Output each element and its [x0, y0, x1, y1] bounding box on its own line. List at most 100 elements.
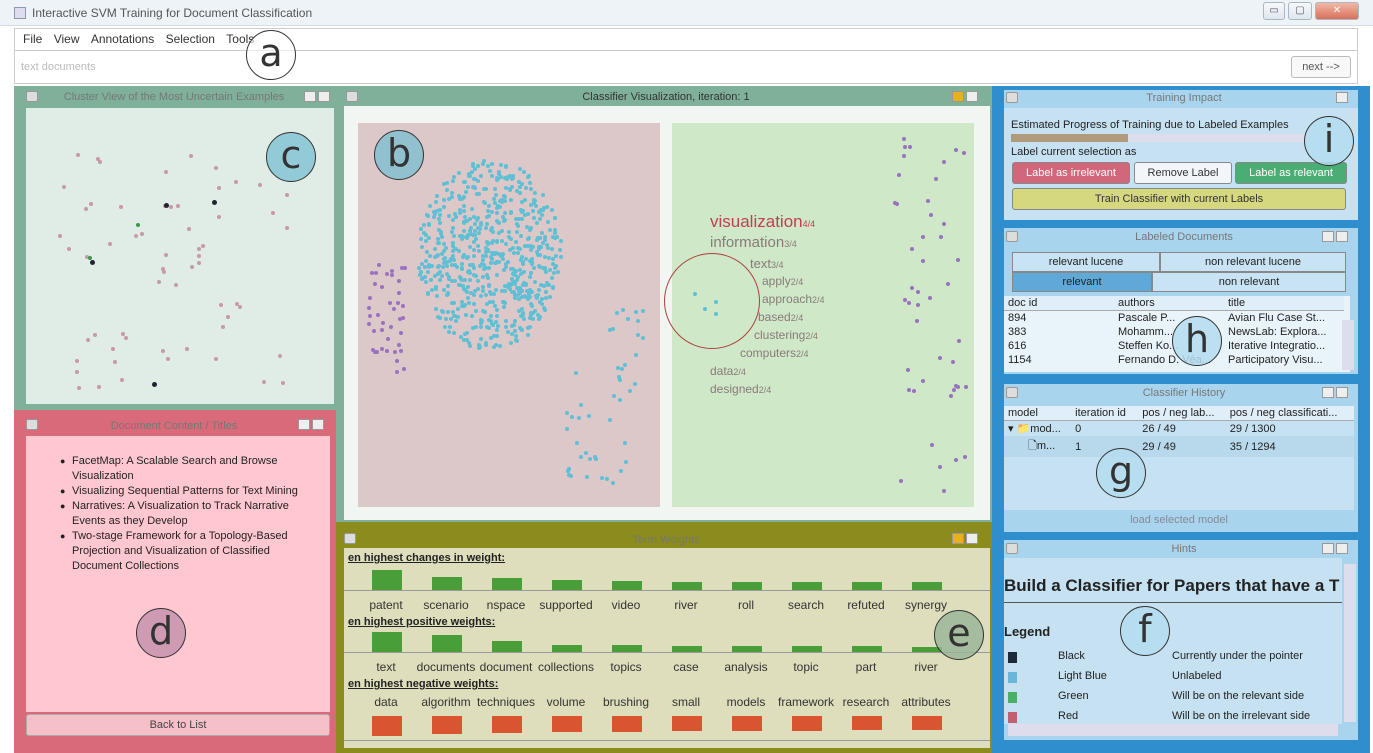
document-point[interactable] — [367, 322, 372, 327]
document-point[interactable] — [460, 261, 465, 266]
document-point[interactable] — [614, 310, 619, 315]
document-point[interactable] — [484, 343, 489, 348]
document-point[interactable] — [627, 389, 632, 394]
document-point[interactable] — [549, 208, 554, 213]
document-point[interactable] — [578, 403, 583, 408]
collapse-icon[interactable] — [1006, 543, 1018, 554]
document-point[interactable] — [484, 324, 489, 329]
weight-bar[interactable] — [372, 632, 402, 652]
document-point[interactable] — [509, 236, 514, 241]
document-point[interactable] — [527, 235, 532, 240]
document-point[interactable] — [438, 220, 443, 225]
document-point[interactable] — [635, 318, 640, 323]
document-point[interactable] — [493, 186, 498, 191]
document-point[interactable] — [437, 241, 442, 246]
document-point[interactable] — [451, 331, 456, 336]
document-point[interactable] — [113, 360, 118, 365]
weight-bar[interactable] — [912, 582, 942, 590]
column-header[interactable]: pos / neg classificati... — [1226, 406, 1354, 421]
document-point[interactable] — [547, 227, 552, 232]
document-point[interactable] — [491, 196, 496, 201]
document-point[interactable] — [906, 300, 911, 305]
weight-bar[interactable] — [612, 716, 642, 732]
document-point[interactable] — [445, 309, 450, 314]
document-point[interactable] — [529, 259, 534, 264]
document-point[interactable] — [633, 382, 638, 387]
document-point[interactable] — [920, 378, 925, 383]
document-point[interactable] — [525, 333, 530, 338]
document-point[interactable] — [641, 309, 646, 314]
document-point[interactable] — [946, 281, 951, 286]
scrollbar[interactable] — [1342, 320, 1354, 370]
document-point[interactable] — [584, 475, 589, 480]
document-point[interactable] — [497, 170, 502, 175]
document-point[interactable] — [476, 243, 481, 248]
document-point[interactable] — [532, 215, 537, 220]
document-point[interactable] — [474, 273, 479, 278]
document-point[interactable] — [422, 222, 427, 227]
panel-buttons[interactable] — [950, 533, 978, 545]
document-point[interactable] — [955, 385, 960, 390]
document-point[interactable] — [217, 185, 222, 190]
document-point[interactable] — [963, 454, 968, 459]
document-point[interactable] — [953, 458, 958, 462]
document-point[interactable] — [509, 211, 514, 216]
document-point[interactable] — [525, 211, 530, 216]
document-point[interactable] — [375, 350, 380, 355]
document-point[interactable] — [196, 253, 201, 258]
document-point[interactable] — [623, 460, 628, 465]
document-point[interactable] — [220, 324, 225, 329]
document-point[interactable] — [374, 271, 379, 276]
document-point[interactable] — [552, 227, 557, 232]
document-point[interactable] — [529, 247, 534, 252]
document-point[interactable] — [515, 245, 520, 250]
document-point[interactable] — [213, 166, 218, 171]
document-point[interactable] — [466, 269, 470, 274]
tab-relevant[interactable]: relevant — [1012, 272, 1152, 292]
document-point[interactable] — [521, 170, 526, 175]
document-point[interactable] — [623, 363, 628, 368]
term-cloud-word[interactable]: designed2/4 — [710, 382, 771, 396]
weight-bar[interactable] — [912, 716, 942, 730]
document-point[interactable] — [86, 338, 91, 343]
document-point[interactable] — [951, 359, 956, 364]
document-point[interactable] — [530, 304, 535, 309]
document-point[interactable] — [445, 263, 450, 268]
document-point[interactable] — [921, 258, 926, 263]
document-point[interactable] — [514, 229, 519, 234]
document-point[interactable] — [441, 198, 446, 203]
document-point[interactable] — [437, 263, 442, 268]
document-point[interactable] — [400, 316, 405, 321]
document-point[interactable] — [453, 215, 458, 220]
document-point[interactable] — [514, 239, 519, 244]
document-point[interactable] — [369, 271, 374, 276]
document-point[interactable] — [83, 206, 88, 211]
document-point[interactable] — [460, 255, 465, 260]
document-point[interactable] — [482, 266, 487, 271]
document-point[interactable] — [481, 308, 486, 313]
document-point[interactable] — [579, 455, 584, 460]
document-point[interactable] — [390, 268, 395, 273]
document-point[interactable] — [528, 227, 533, 232]
document-point[interactable] — [444, 292, 449, 297]
document-point[interactable] — [432, 215, 437, 220]
document-point[interactable] — [75, 153, 80, 158]
document-point[interactable] — [400, 304, 405, 309]
document-point[interactable] — [500, 214, 505, 219]
document-point[interactable] — [626, 317, 631, 322]
document-point[interactable] — [467, 300, 472, 305]
document-point[interactable] — [529, 187, 534, 192]
document-point[interactable] — [942, 488, 947, 493]
document-point[interactable] — [419, 236, 424, 241]
column-header[interactable]: pos / neg lab... — [1138, 406, 1226, 421]
collapse-icon[interactable] — [344, 533, 356, 544]
document-point[interactable] — [482, 200, 487, 205]
document-point[interactable] — [107, 242, 112, 247]
document-point[interactable] — [535, 221, 540, 226]
document-point[interactable] — [504, 324, 509, 329]
remove-label-button[interactable]: Remove Label — [1134, 162, 1232, 184]
document-point[interactable] — [449, 256, 454, 261]
weight-bar[interactable] — [552, 645, 582, 652]
document-point[interactable] — [620, 366, 625, 371]
document-point[interactable] — [545, 219, 550, 224]
